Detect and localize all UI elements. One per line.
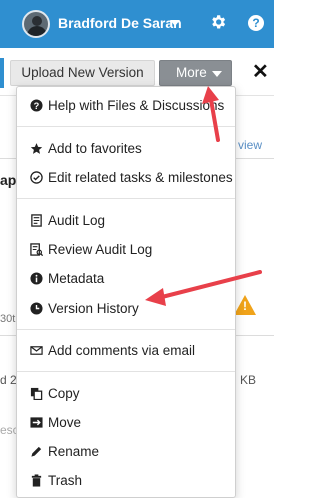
menu-item-label: Audit Log	[48, 213, 106, 228]
menu-item-help[interactable]: ? Help with Files & Discussions	[17, 93, 235, 119]
menu-item-trash[interactable]: Trash	[17, 468, 235, 494]
menu-item-label: Trash	[48, 473, 83, 488]
selection-strip	[0, 58, 4, 88]
background-fragment: 30t	[0, 313, 16, 325]
background-fragment: d 2	[0, 373, 17, 387]
menu-item-label: Add comments via email	[48, 343, 196, 358]
menu-divider	[17, 371, 235, 372]
menu-item-copy[interactable]: Copy	[17, 381, 235, 407]
menu-item-label: Version History	[48, 301, 139, 316]
close-icon[interactable]: ✕	[252, 59, 269, 84]
background-fragment: ap	[0, 172, 17, 188]
menu-item-label: Move	[48, 415, 82, 430]
pencil-icon	[30, 445, 43, 458]
menu-item-label: Rename	[48, 444, 100, 459]
top-bar: Bradford De Saran ?	[0, 0, 274, 48]
audit-log-icon	[30, 214, 43, 227]
background-divider	[236, 335, 274, 336]
help-circle-icon[interactable]: ?	[248, 15, 264, 31]
user-name[interactable]: Bradford De Saran	[58, 15, 182, 31]
avatar[interactable]	[22, 10, 50, 38]
background-fragment: KB	[240, 373, 257, 387]
review-audit-log-icon	[30, 243, 43, 256]
clock-icon	[30, 302, 43, 315]
menu-divider	[17, 198, 235, 199]
envelope-icon	[30, 344, 43, 357]
menu-item-label: Metadata	[48, 271, 105, 286]
gear-icon[interactable]	[209, 13, 227, 31]
menu-item-review-audit-log[interactable]: Review Audit Log	[17, 237, 235, 263]
menu-item-label: Copy	[48, 386, 80, 401]
menu-item-label: Help with Files & Discussions	[48, 98, 225, 113]
upload-new-version-button[interactable]: Upload New Version	[10, 60, 155, 86]
svg-text:?: ?	[34, 101, 40, 111]
menu-item-audit-log[interactable]: Audit Log	[17, 208, 235, 234]
menu-item-move[interactable]: Move	[17, 410, 235, 436]
menu-item-label: Add to favorites	[48, 141, 142, 156]
star-icon	[30, 142, 43, 155]
background-fragment: view	[238, 138, 263, 152]
caret-down-icon[interactable]	[170, 20, 180, 26]
menu-item-rename[interactable]: Rename	[17, 439, 235, 465]
menu-divider	[17, 126, 235, 127]
question-circle-icon: ?	[30, 99, 43, 112]
menu-item-add-to-favorites[interactable]: Add to favorites	[17, 136, 235, 162]
menu-divider	[17, 329, 235, 330]
menu-item-add-comments-email[interactable]: Add comments via email	[17, 338, 235, 364]
trash-icon	[30, 474, 43, 487]
menu-item-label: Review Audit Log	[48, 242, 153, 257]
menu-item-edit-related-tasks[interactable]: Edit related tasks & milestones	[17, 165, 235, 191]
more-dropdown-menu: ? Help with Files & Discussions Add to f…	[16, 86, 236, 498]
info-circle-icon	[30, 272, 43, 285]
more-button[interactable]: More	[159, 60, 232, 86]
caret-down-icon	[212, 71, 222, 77]
warning-icon: !	[234, 295, 256, 315]
background-divider	[0, 335, 16, 336]
copy-icon	[30, 387, 43, 400]
menu-item-version-history[interactable]: Version History	[17, 296, 235, 322]
background-divider	[0, 158, 16, 159]
more-button-label: More	[176, 65, 207, 80]
check-circle-icon	[30, 171, 43, 184]
menu-item-metadata[interactable]: Metadata	[17, 266, 235, 292]
move-icon	[30, 416, 43, 429]
background-divider	[236, 158, 274, 159]
menu-item-label: Edit related tasks & milestones	[48, 170, 233, 185]
